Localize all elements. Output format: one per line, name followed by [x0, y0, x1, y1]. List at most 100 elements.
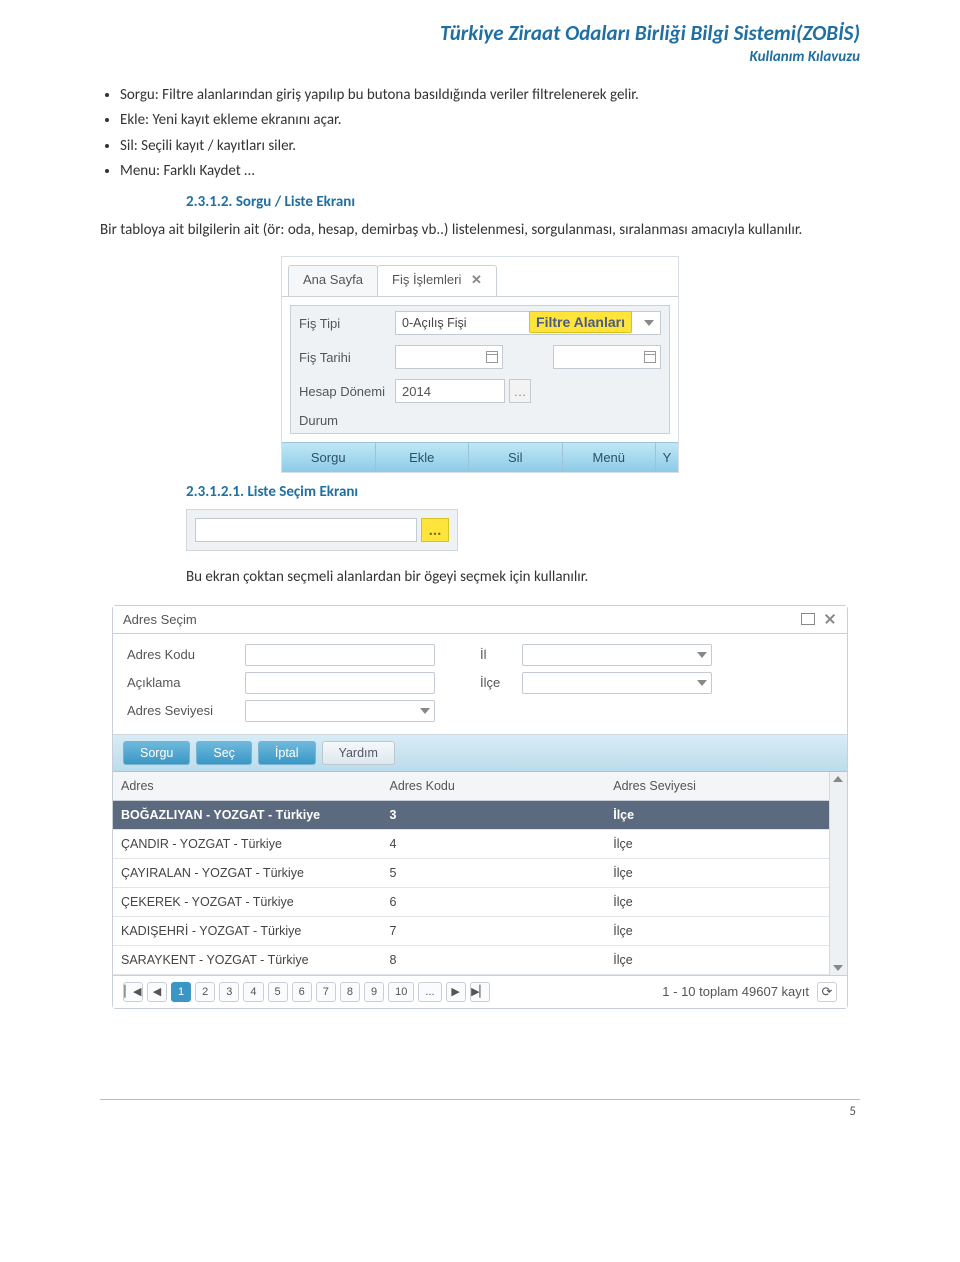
pager-page[interactable]: 5 — [268, 982, 288, 1002]
pager-prev[interactable]: ◀ — [147, 982, 167, 1002]
table-cell: İlçe — [605, 916, 829, 945]
label-hesap-donemi: Hesap Dönemi — [299, 384, 395, 399]
tab-bar: Ana Sayfa Fiş İşlemleri ✕ — [282, 257, 678, 297]
label-aciklama: Açıklama — [127, 675, 245, 690]
bullet-item: Ekle: Yeni kayıt ekleme ekranını açar. — [120, 109, 860, 132]
pager-page[interactable]: 7 — [316, 982, 336, 1002]
calendar-icon — [644, 351, 656, 363]
section-heading: 2.3.1.2. Sorgu / Liste Ekranı — [186, 193, 860, 211]
table-cell: İlçe — [605, 945, 829, 974]
reload-icon[interactable]: ⟳ — [817, 982, 837, 1002]
table-row[interactable]: BOĞAZLIYAN - YOZGAT - Türkiye3İlçe — [113, 800, 829, 829]
scrollbar[interactable] — [829, 772, 847, 975]
pager-first[interactable]: ▏◀ — [123, 982, 143, 1002]
pager: ▏◀ ◀ 12345678910... ▶ ▶▏ 1 - 10 toplam 4… — [113, 975, 847, 1008]
col-adres[interactable]: Adres — [113, 772, 381, 801]
menu-button[interactable]: Menü — [563, 443, 657, 472]
table-cell: ÇANDIR - YOZGAT - Türkiye — [113, 829, 381, 858]
input-adres-kodu[interactable] — [245, 644, 435, 666]
table-row[interactable]: KADIŞEHRİ - YOZGAT - Türkiye7İlçe — [113, 916, 829, 945]
section-number: 2.3.1.2.1. — [186, 483, 244, 501]
window-title: Adres Seçim — [123, 612, 793, 627]
pager-page[interactable]: 1 — [171, 982, 191, 1002]
chevron-down-icon — [697, 652, 707, 658]
label-durum: Durum — [299, 413, 395, 428]
screenshot-adres-secim: Adres Seçim Adres Kodu İl Açıklama — [112, 605, 848, 1009]
select-fis-tipi[interactable]: 0-Açılış Fişi Filtre Alanları — [395, 311, 661, 335]
table-cell: 8 — [381, 945, 605, 974]
table-cell: İlçe — [605, 829, 829, 858]
page-number: 5 — [849, 1104, 856, 1119]
label-ilce: İlçe — [480, 675, 522, 690]
close-icon[interactable] — [823, 613, 837, 625]
select-il[interactable] — [522, 644, 712, 666]
col-adres-seviyesi[interactable]: Adres Seviyesi — [605, 772, 829, 801]
table-cell: BOĞAZLIYAN - YOZGAT - Türkiye — [113, 800, 381, 829]
label-fis-tipi: Fiş Tipi — [299, 316, 395, 331]
pager-last[interactable]: ▶▏ — [470, 982, 490, 1002]
results-grid: Adres Adres Kodu Adres Seviyesi BOĞAZLIY… — [113, 772, 829, 975]
ekle-button[interactable]: Ekle — [376, 443, 470, 472]
table-cell: ÇEKEREK - YOZGAT - Türkiye — [113, 887, 381, 916]
pager-page[interactable]: ... — [418, 982, 441, 1002]
table-cell: 4 — [381, 829, 605, 858]
label-adres-kodu: Adres Kodu — [127, 647, 245, 662]
pager-page[interactable]: 9 — [364, 982, 384, 1002]
sec-button[interactable]: Seç — [196, 741, 252, 765]
bullet-item: Menu: Farklı Kaydet … — [120, 160, 860, 183]
select-adres-seviyesi[interactable] — [245, 700, 435, 722]
table-row[interactable]: ÇAYIRALAN - YOZGAT - Türkiye5İlçe — [113, 858, 829, 887]
action-bar: Sorgu Seç İptal Yardım — [113, 735, 847, 772]
tab-fis-islemleri[interactable]: Fiş İşlemleri ✕ — [377, 265, 497, 296]
table-row[interactable]: ÇANDIR - YOZGAT - Türkiye4İlçe — [113, 829, 829, 858]
label-fis-tarihi: Fiş Tarihi — [299, 350, 395, 365]
chevron-down-icon — [697, 680, 707, 686]
col-adres-kodu[interactable]: Adres Kodu — [381, 772, 605, 801]
lookup-button[interactable]: … — [509, 379, 531, 403]
yardim-button[interactable]: Yardım — [322, 741, 395, 765]
table-cell: İlçe — [605, 800, 829, 829]
pager-page[interactable]: 8 — [340, 982, 360, 1002]
pager-next[interactable]: ▶ — [446, 982, 466, 1002]
tab-label: Fiş İşlemleri — [392, 272, 461, 287]
pager-page[interactable]: 6 — [292, 982, 312, 1002]
table-cell: İlçe — [605, 887, 829, 916]
sil-button[interactable]: Sil — [469, 443, 563, 472]
doc-subtitle: Kullanım Kılavuzu — [100, 48, 860, 66]
pager-page[interactable]: 10 — [388, 982, 414, 1002]
table-cell: 5 — [381, 858, 605, 887]
pager-page[interactable]: 4 — [243, 982, 263, 1002]
sorgu-button[interactable]: Sorgu — [123, 741, 190, 765]
highlight-filtre-alanlari: Filtre Alanları — [529, 311, 632, 333]
toolbar: Sorgu Ekle Sil Menü Y — [282, 442, 678, 472]
table-row[interactable]: SARAYKENT - YOZGAT - Türkiye8İlçe — [113, 945, 829, 974]
select-ilce[interactable] — [522, 672, 712, 694]
screenshot-filter-panel: Ana Sayfa Fiş İşlemleri ✕ Fiş Tipi 0-Açı… — [281, 256, 679, 473]
lookup-input[interactable] — [195, 518, 417, 542]
table-cell: SARAYKENT - YOZGAT - Türkiye — [113, 945, 381, 974]
date-input-start[interactable] — [395, 345, 503, 369]
tab-home[interactable]: Ana Sayfa — [288, 265, 378, 296]
input-hesap-donemi[interactable]: 2014 — [395, 379, 505, 403]
chevron-down-icon — [420, 708, 430, 714]
paragraph: Bir tabloya ait bilgilerin ait (ör: oda,… — [100, 219, 860, 242]
window-titlebar: Adres Seçim — [113, 606, 847, 634]
sorgu-button[interactable]: Sorgu — [282, 443, 376, 472]
doc-title: Türkiye Ziraat Odaları Birliği Bilgi Sis… — [100, 20, 860, 46]
table-row[interactable]: ÇEKEREK - YOZGAT - Türkiye6İlçe — [113, 887, 829, 916]
maximize-icon[interactable] — [801, 613, 815, 625]
input-aciklama[interactable] — [245, 672, 435, 694]
more-button[interactable]: Y — [656, 443, 678, 472]
bullet-item: Sorgu: Filtre alanlarından giriş yapılıp… — [120, 84, 860, 107]
close-icon[interactable]: ✕ — [471, 272, 482, 288]
scroll-down-icon[interactable] — [833, 965, 843, 971]
pager-page[interactable]: 2 — [195, 982, 215, 1002]
lookup-ellipsis-button[interactable]: ... — [421, 518, 449, 542]
iptal-button[interactable]: İptal — [258, 741, 316, 765]
scroll-up-icon[interactable] — [833, 776, 843, 782]
table-cell: 7 — [381, 916, 605, 945]
pager-page[interactable]: 3 — [219, 982, 239, 1002]
table-cell: İlçe — [605, 858, 829, 887]
section-title: Liste Seçim Ekranı — [247, 483, 358, 501]
date-input-end[interactable] — [553, 345, 661, 369]
